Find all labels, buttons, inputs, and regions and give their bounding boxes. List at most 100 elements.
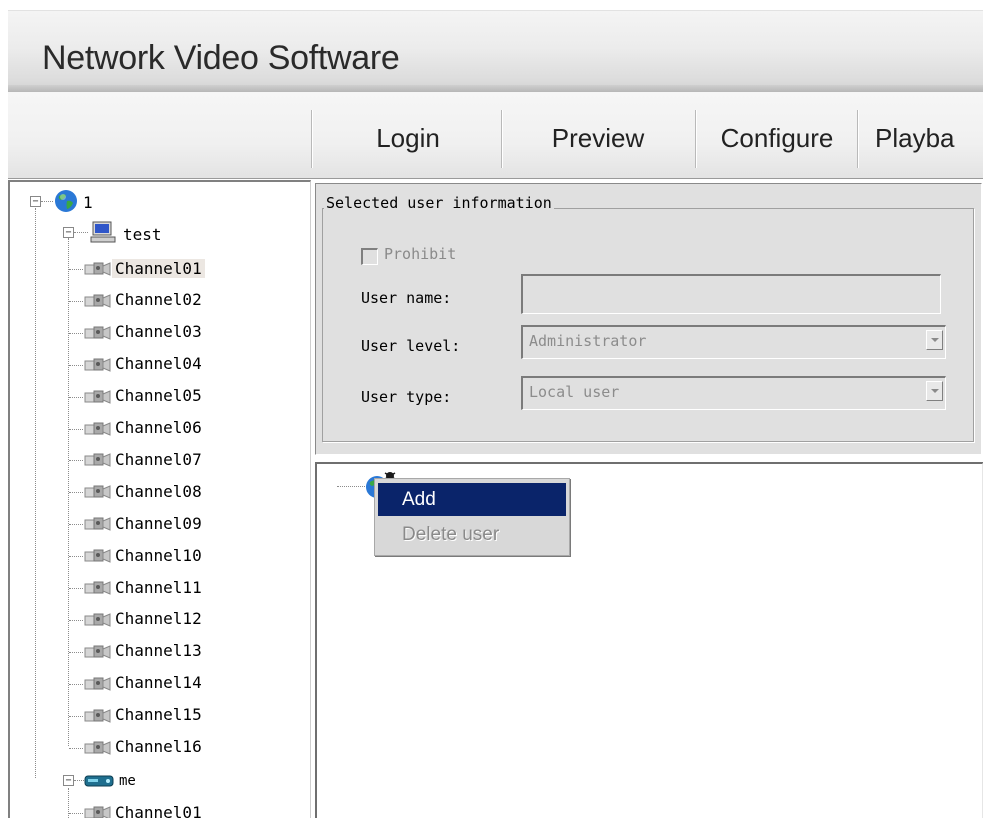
collapse-root-toggle[interactable]: −	[30, 196, 41, 207]
user-info-section: Selected user information Prohibit User …	[315, 183, 982, 455]
tree-channel-label: Channel03	[112, 322, 205, 341]
menu-separator	[501, 110, 502, 168]
tree-channel-test-7[interactable]: Channel07	[112, 447, 205, 471]
camera-icon	[83, 643, 111, 661]
user-level-select[interactable]: Administrator	[521, 325, 946, 359]
tree-channel-label: Channel11	[112, 578, 205, 597]
tree-channel-test-16[interactable]: Channel16	[112, 735, 205, 759]
delete-user-menu-item: Delete user	[378, 518, 566, 551]
tree-connector-line	[69, 652, 83, 653]
tree-connector-line	[69, 748, 83, 749]
chevron-down-icon[interactable]	[926, 330, 943, 350]
tree-channel-label: Channel16	[112, 737, 205, 756]
chevron-down-icon[interactable]	[926, 381, 943, 401]
device-tree[interactable]: − 1 − test − me Channel01 Channel02 Channe…	[8, 180, 311, 818]
tree-connector-line	[69, 556, 83, 557]
tab-login[interactable]: Login	[313, 104, 503, 172]
user-level-label: User level:	[361, 337, 460, 355]
menu-separator	[695, 110, 696, 168]
tree-channel-label: Channel12	[112, 609, 205, 628]
camera-icon	[83, 483, 111, 501]
tab-configure[interactable]: Configure	[697, 104, 857, 172]
tree-channel-test-13[interactable]: Channel13	[112, 639, 205, 663]
user-info-group-title: Selected user information	[324, 194, 554, 212]
app-title: Network Video Software	[42, 39, 400, 78]
tree-connector-line	[69, 492, 83, 493]
tree-root-node[interactable]: 1	[80, 190, 96, 214]
tree-channel-test-1[interactable]: Channel01	[112, 256, 205, 280]
tree-channel-label: Channel08	[112, 482, 205, 501]
tree-connector-line	[35, 208, 36, 778]
user-type-select[interactable]: Local user	[521, 376, 946, 410]
tree-channel-test-14[interactable]: Channel14	[112, 671, 205, 695]
tree-connector-line	[41, 201, 53, 202]
tree-channel-test-9[interactable]: Channel09	[112, 511, 205, 535]
menu-separator	[857, 110, 858, 168]
tree-connector-line	[69, 365, 83, 366]
globe-icon	[54, 189, 78, 213]
prohibit-checkbox[interactable]	[361, 248, 378, 265]
tree-channel-test-4[interactable]: Channel04	[112, 352, 205, 376]
user-name-label: User name:	[361, 289, 451, 307]
tree-connector-line	[69, 716, 83, 717]
camera-icon	[83, 451, 111, 469]
tree-device-me[interactable]: me	[116, 769, 139, 793]
tree-channel-label: Channel07	[112, 450, 205, 469]
user-context-menu: Add Delete user	[374, 478, 570, 556]
user-type-value: Local user	[529, 383, 619, 401]
tree-channel-label: Channel04	[112, 354, 205, 373]
tree-connector-line	[69, 620, 83, 621]
camera-icon	[83, 515, 111, 533]
computer-icon	[90, 220, 116, 244]
tree-channel-me-1[interactable]: Channel01	[112, 800, 205, 818]
user-type-label: User type:	[361, 388, 451, 406]
camera-icon	[83, 324, 111, 342]
camera-icon	[83, 611, 111, 629]
tree-channel-label: Channel15	[112, 705, 205, 724]
tree-connector-line	[69, 524, 83, 525]
tree-channel-label: Channel10	[112, 546, 205, 565]
title-bar: Network Video Software	[8, 10, 983, 93]
user-name-field[interactable]	[521, 274, 941, 314]
tree-connector-line	[69, 301, 83, 302]
collapse-device-me-toggle[interactable]: −	[63, 775, 74, 786]
tree-channel-test-15[interactable]: Channel15	[112, 703, 205, 727]
tree-channel-test-10[interactable]: Channel10	[112, 543, 205, 567]
camera-icon	[83, 388, 111, 406]
camera-icon	[83, 420, 111, 438]
tree-channel-label: Channel14	[112, 673, 205, 692]
tree-channel-test-5[interactable]: Channel05	[112, 384, 205, 408]
tree-connector-line	[74, 780, 84, 781]
camera-icon	[83, 292, 111, 310]
tree-connector-line	[74, 232, 88, 233]
prohibit-label: Prohibit	[384, 245, 456, 263]
tree-channel-label: Channel09	[112, 514, 205, 533]
tree-channel-test-8[interactable]: Channel08	[112, 479, 205, 503]
tree-connector-line	[69, 460, 83, 461]
tree-channel-label: Channel13	[112, 641, 205, 660]
menu-separator	[311, 110, 312, 168]
tree-connector-line	[69, 684, 83, 685]
tree-connector-line	[69, 813, 83, 814]
tree-channel-test-12[interactable]: Channel12	[112, 607, 205, 631]
dvr-device-icon	[84, 773, 114, 789]
camera-icon	[83, 547, 111, 565]
camera-icon	[83, 675, 111, 693]
camera-icon	[83, 260, 111, 278]
tree-connector-line	[69, 333, 83, 334]
tab-preview[interactable]: Preview	[503, 104, 693, 172]
tree-connector-line	[69, 269, 83, 270]
tree-channel-test-3[interactable]: Channel03	[112, 320, 205, 344]
tree-connector-line	[69, 429, 83, 430]
user-level-value: Administrator	[529, 332, 646, 350]
add-user-menu-item[interactable]: Add	[378, 483, 566, 516]
tree-channel-label: Channel06	[112, 418, 205, 437]
tree-device-label: me	[116, 773, 139, 789]
tree-channel-test-2[interactable]: Channel02	[112, 288, 205, 312]
camera-icon	[83, 579, 111, 597]
collapse-device-test-toggle[interactable]: −	[63, 227, 74, 238]
tree-device-test[interactable]: test	[120, 222, 165, 246]
tree-channel-test-6[interactable]: Channel06	[112, 416, 205, 440]
tab-playback[interactable]: Playba	[861, 104, 983, 172]
tree-channel-test-11[interactable]: Channel11	[112, 575, 205, 599]
